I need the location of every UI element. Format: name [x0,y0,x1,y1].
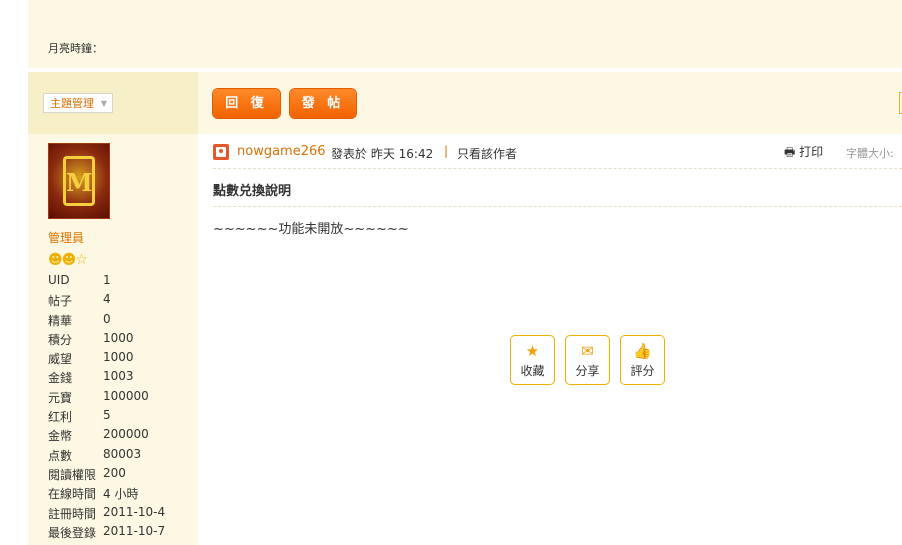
new-post-button[interactable]: 發 帖 [290,89,356,118]
chevron-down-icon: ▼ [100,99,107,108]
stat-key: 红利 [48,410,73,425]
stat-key: 閱讀權限 [48,467,97,482]
stat-key: 註冊時間 [48,506,97,521]
user-stats: UID 1 帖子 4 精華 0 積分 1000 威望 1000 金錢 1003 元寶 1000… [48,273,165,543]
stat-value: 200000 [103,427,149,442]
stat-value[interactable]: 0 [103,312,111,331]
stat-key: 点數 [48,448,73,463]
favorite-button[interactable]: ★ 收藏 [510,335,555,385]
thumbs-up-icon: 👍 [633,342,652,360]
smiley-icon: ☻ [48,252,63,268]
post-time: 發表於 昨天 16:42 [331,147,434,161]
separator: | [444,144,449,158]
top-panel [28,0,902,68]
stat-row: 金錢 1003 [48,369,165,388]
print-label: 打印 [799,145,824,159]
avatar-emblem: M [63,156,95,206]
stat-row: 红利 5 [48,408,165,427]
divider [213,206,902,207]
reply-button[interactable]: 回 復 [213,89,280,118]
stat-row: 積分 1000 [48,331,165,350]
stat-row: 在線時間 4 小時 [48,485,165,504]
divider [213,168,902,169]
post-body: ~~~~~~功能未開放~~~~~~ [213,222,409,237]
stat-key: 精華 [48,313,73,328]
stat-row: 閱讀權限 200 [48,466,165,485]
stat-value: 100000 [103,388,149,403]
printer-icon: 🖶 [784,145,796,159]
font-size-label: 字體大小: [846,147,894,160]
envelope-icon: ✉ [581,342,594,360]
stat-value: 4 小時 [103,487,139,502]
stat-key: 金錢 [48,371,73,386]
share-button[interactable]: ✉ 分享 [565,335,610,385]
stat-value: 200 [103,465,126,480]
stat-row: 威望 1000 [48,350,165,369]
stat-key: 在線時間 [48,487,97,502]
rate-button[interactable]: 👍 評分 [620,335,665,385]
stat-value[interactable]: 4 [103,292,111,311]
stat-value: 1003 [103,369,134,384]
thread-manage-label: 主題管理 [50,97,94,110]
star-icon: ☆ [75,252,88,268]
rate-label: 評分 [630,364,655,378]
stat-key: 金幣 [48,429,73,444]
stat-key: 最後登錄 [48,525,97,540]
user-online-icon [213,144,229,160]
user-role[interactable]: 管理員 [48,229,84,246]
stat-value: 80003 [103,446,142,461]
stat-key: 元寶 [48,390,73,405]
thread-manage-dropdown[interactable]: 主題管理 ▼ [43,93,113,113]
smiley-icon: ☻ [61,252,77,268]
post-title: 點數兑換說明 [213,184,292,199]
stat-row: 点數 80003 [48,447,165,466]
stat-row: UID 1 [48,273,165,292]
moon-clock-label: 月亮時鐘： [48,42,103,55]
avatar[interactable]: M [48,143,110,219]
stat-row: 元寶 100000 [48,389,165,408]
stat-row: 帖子 4 [48,292,165,311]
rank-icons: ☻☻☆ [48,252,88,268]
stat-row: 精華 0 [48,312,165,331]
stat-key: UID [48,273,70,287]
stat-row: 最後登錄 2011-10-7 [48,524,165,543]
stat-row: 金幣 200000 [48,427,165,446]
stat-value: 2011-10-7 [103,523,166,538]
stat-value: 1 [103,273,111,287]
stat-value: 1000 [103,350,134,365]
stat-key: 帖子 [48,294,73,309]
stat-value: 5 [103,408,111,423]
stat-value: 1000 [103,330,134,345]
print-button[interactable]: 🖶 打印 [784,143,823,164]
only-author-link[interactable]: 只看該作者 [457,145,517,162]
star-icon: ★ [525,342,540,360]
favorite-label: 收藏 [520,364,545,378]
stat-row: 註冊時間 2011-10-4 [48,505,165,524]
stat-value: 2011-10-4 [103,504,166,519]
share-label: 分享 [575,364,600,378]
stat-key: 積分 [48,332,73,347]
stat-key: 威望 [48,352,73,367]
author-link[interactable]: nowgame266 [237,144,326,159]
